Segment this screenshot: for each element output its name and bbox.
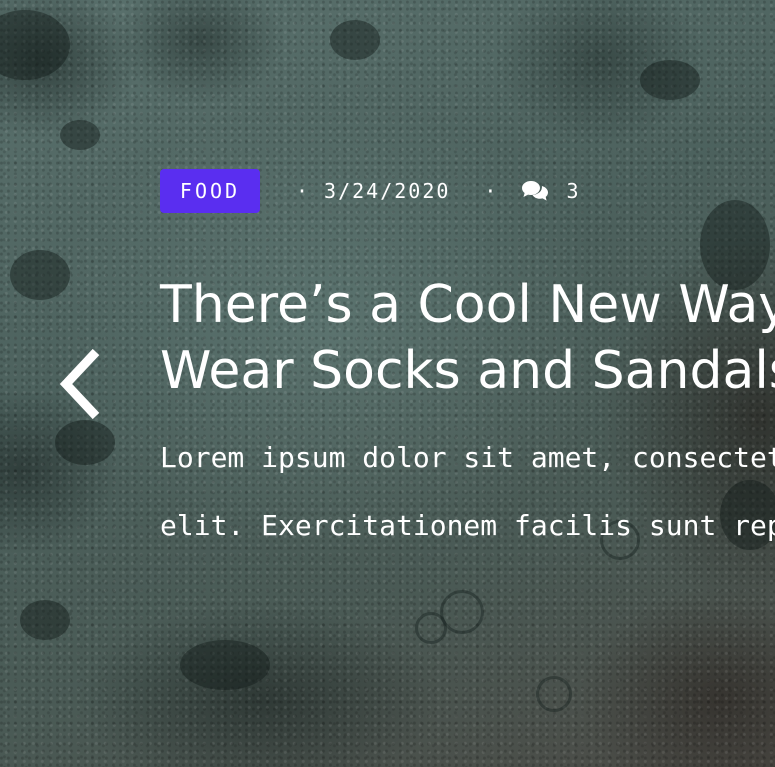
meta-separator: · [296, 179, 309, 203]
post-title[interactable]: There’s a Cool New Way to Wear Socks and… [160, 272, 775, 404]
background-blob [20, 600, 70, 640]
comments-link[interactable]: 3 [522, 179, 580, 203]
background-blob [0, 10, 70, 80]
hero-slide: FOOD · 3/24/2020 · 3 There’s a Cool New … [0, 0, 775, 767]
post-title-line: There’s a Cool New Way to [160, 275, 775, 335]
background-blob [330, 20, 380, 60]
post-excerpt: Lorem ipsum dolor sit amet, consectetur … [160, 424, 775, 560]
background-blob [180, 640, 270, 690]
post-excerpt-line: elit. Exercitationem facilis sunt repell… [160, 509, 775, 542]
background-blob [10, 250, 70, 300]
background-blob [55, 420, 115, 465]
previous-slide-button[interactable] [56, 346, 106, 422]
background-blob [60, 120, 100, 150]
post-excerpt-line: Lorem ipsum dolor sit amet, consectetur … [160, 441, 775, 474]
background-ring [536, 676, 572, 712]
comments-icon [522, 181, 549, 201]
meta-separator: · [484, 179, 497, 203]
post-title-line: Wear Socks and Sandals [160, 341, 775, 401]
background-blob [640, 60, 700, 100]
background-ring [415, 612, 447, 644]
post-meta: FOOD · 3/24/2020 · 3 [160, 169, 581, 213]
comment-count: 3 [566, 179, 581, 203]
category-badge[interactable]: FOOD [160, 169, 260, 213]
chevron-left-icon [59, 348, 100, 420]
background-ring [440, 590, 484, 634]
post-date: 3/24/2020 [324, 179, 451, 203]
